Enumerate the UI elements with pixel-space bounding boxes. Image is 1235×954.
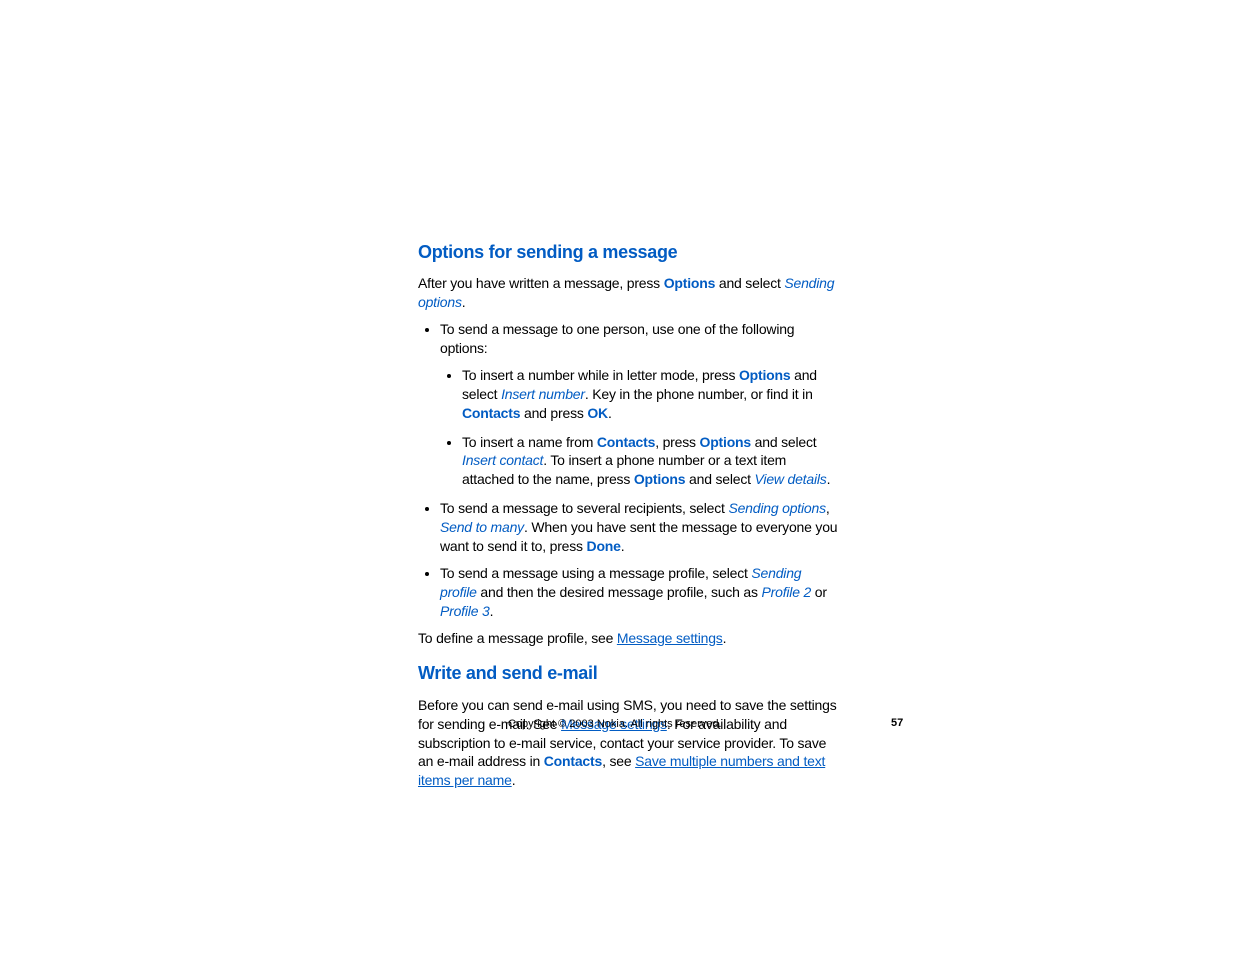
text: and press	[520, 405, 587, 421]
text: and select	[685, 471, 754, 487]
page-number: 57	[891, 716, 903, 731]
text: To send a message to several recipients,…	[440, 500, 728, 516]
sending-options-item: Sending options	[728, 500, 825, 516]
profile-3-item: Profile 3	[440, 603, 490, 619]
contacts-key: Contacts	[597, 434, 655, 450]
text: , press	[655, 434, 699, 450]
text: ,	[826, 500, 830, 516]
message-settings-link[interactable]: Message settings	[617, 630, 723, 646]
options-key: Options	[739, 367, 790, 383]
text: .	[608, 405, 612, 421]
list-item: To send a message using a message profil…	[440, 564, 838, 621]
text: To send a message to one person, use one…	[440, 321, 794, 356]
text: .	[462, 294, 466, 310]
text: To insert a name from	[462, 434, 597, 450]
text: .	[490, 603, 494, 619]
list-item: To send a message to one person, use one…	[440, 320, 838, 489]
nested-list: To insert a number while in letter mode,…	[440, 366, 838, 489]
text: and select	[715, 275, 784, 291]
insert-contact-item: Insert contact	[462, 452, 543, 468]
send-to-many-item: Send to many	[440, 519, 524, 535]
email-paragraph: Before you can send e-mail using SMS, yo…	[418, 696, 838, 790]
list-item: To insert a name from Contacts, press Op…	[462, 433, 838, 490]
text: and then the desired message profile, su…	[477, 584, 762, 600]
text: . Key in the phone number, or find it in	[585, 386, 813, 402]
list-item: To insert a number while in letter mode,…	[462, 366, 838, 423]
profile-2-item: Profile 2	[762, 584, 812, 600]
view-details-item: View details	[755, 471, 827, 487]
heading-write-send-email: Write and send e-mail	[418, 661, 838, 685]
options-key: Options	[664, 275, 715, 291]
options-key: Options	[700, 434, 751, 450]
done-key: Done	[587, 538, 621, 554]
intro-paragraph: After you have written a message, press …	[418, 274, 838, 312]
text: To insert a number while in letter mode,…	[462, 367, 739, 383]
text: or	[811, 584, 827, 600]
text: and select	[751, 434, 817, 450]
bullet-list: To send a message to one person, use one…	[418, 320, 838, 620]
copyright-footer: Copyright © 2003 Nokia. All rights reser…	[508, 717, 722, 732]
text: .	[723, 630, 727, 646]
text: To send a message using a message profil…	[440, 565, 751, 581]
contacts-key: Contacts	[544, 753, 602, 769]
ok-key: OK	[587, 405, 608, 421]
insert-number-item: Insert number	[501, 386, 585, 402]
text: .	[621, 538, 625, 554]
text: To define a message profile, see	[418, 630, 617, 646]
contacts-key: Contacts	[462, 405, 520, 421]
profile-link-paragraph: To define a message profile, see Message…	[418, 629, 838, 648]
text: , see	[602, 753, 635, 769]
text: .	[512, 772, 516, 788]
text: After you have written a message, press	[418, 275, 664, 291]
text: .	[827, 471, 831, 487]
list-item: To send a message to several recipients,…	[440, 499, 838, 556]
options-key: Options	[634, 471, 685, 487]
heading-options-sending: Options for sending a message	[418, 240, 838, 264]
